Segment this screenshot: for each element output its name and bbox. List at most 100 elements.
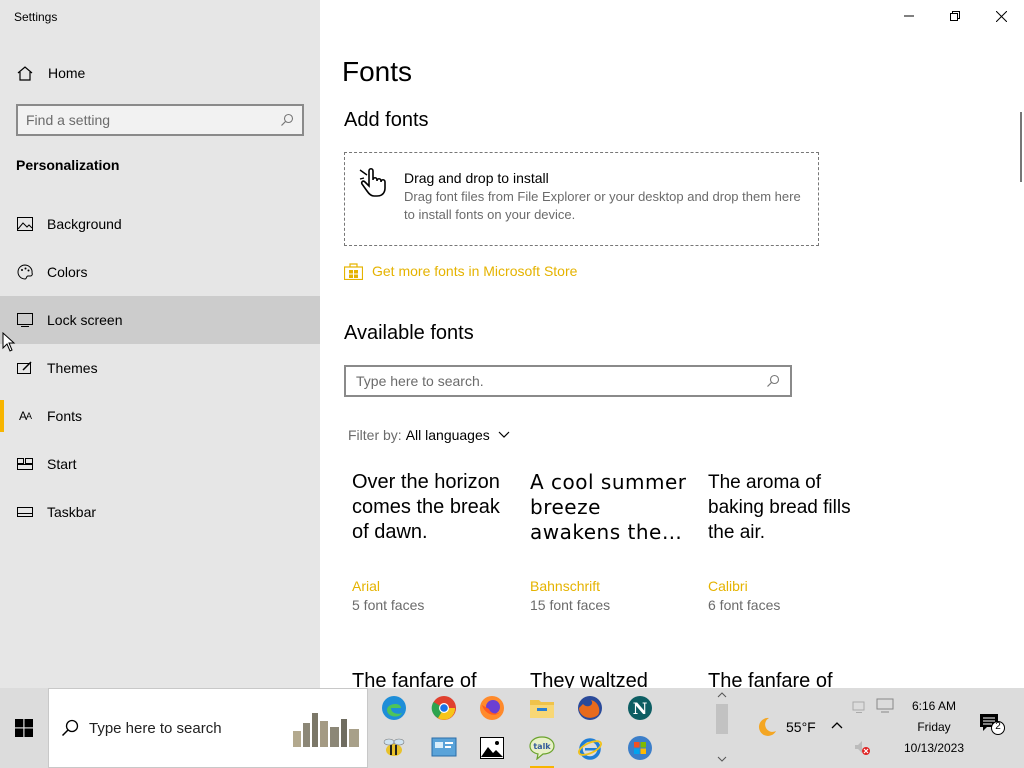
restore-button[interactable] <box>932 0 978 32</box>
taskbar-apps-scroll[interactable] <box>714 688 730 768</box>
edge-icon <box>382 696 406 720</box>
sidebar-item-label: Lock screen <box>47 312 123 328</box>
svg-text:talk: talk <box>533 742 551 751</box>
bee-icon <box>383 738 405 756</box>
font-drop-zone[interactable]: Drag and drop to install Drag font files… <box>344 152 819 246</box>
clock[interactable]: 6:16 AM Friday 10/13/2023 <box>896 688 972 768</box>
media-center-app[interactable] <box>620 728 660 768</box>
scrollbar-thumb[interactable] <box>1020 112 1022 182</box>
themes-icon <box>16 360 34 376</box>
taskbar-search-box[interactable]: Type here to search <box>48 688 368 768</box>
settings-sidebar: Settings Home Personalization Background… <box>0 0 320 688</box>
weather-widget[interactable]: 55°F <box>754 716 816 738</box>
font-card-bahnschrift[interactable]: A cool summer breeze awakens the… Bahnsc… <box>530 470 690 613</box>
font-name: Bahnschrift <box>530 578 601 594</box>
sidebar-item-background[interactable]: Background <box>0 200 320 248</box>
windows-logo-icon <box>15 719 33 737</box>
photos-app[interactable] <box>472 728 512 768</box>
sidebar-nav: Background Colors Lock screen Themes AA … <box>0 200 320 536</box>
home-nav-item[interactable]: Home <box>0 58 320 88</box>
font-faces-count: 5 font faces <box>352 597 425 613</box>
font-name: Calibri <box>708 578 748 594</box>
selected-indicator <box>0 400 4 432</box>
weather-temp: 55°F <box>786 719 816 735</box>
font-name: Arial <box>352 578 381 594</box>
sidebar-item-lock-screen[interactable]: Lock screen <box>0 296 320 344</box>
firefox-icon <box>480 696 504 720</box>
chrome-app[interactable] <box>424 688 464 728</box>
notification-count: 2 <box>995 721 1001 732</box>
font-card[interactable]: The fanfare of <box>352 669 512 688</box>
font-card[interactable]: They waltzed <box>530 669 690 688</box>
sidebar-item-label: Themes <box>47 360 98 376</box>
font-sample: They waltzed <box>530 670 648 688</box>
minimize-button[interactable] <box>886 0 932 32</box>
search-icon <box>61 719 79 737</box>
sidebar-item-colors[interactable]: Colors <box>0 248 320 296</box>
sidebar-item-themes[interactable]: Themes <box>0 344 320 392</box>
windows-orb-icon <box>628 736 652 760</box>
bee-app[interactable] <box>374 728 414 768</box>
find-setting-box[interactable] <box>16 104 304 136</box>
palette-icon <box>16 264 34 280</box>
taskbar: Type here to search N talk 55°F 6:16 AM … <box>0 688 1024 768</box>
add-fonts-heading: Add fonts <box>344 109 429 131</box>
fonts-icon: AA <box>18 409 32 423</box>
font-search-box[interactable] <box>344 365 792 397</box>
taskbar-apps: N talk <box>374 688 710 768</box>
sidebar-item-label: Start <box>47 456 77 472</box>
window-title: Settings <box>14 10 58 24</box>
find-setting-input[interactable] <box>26 112 280 128</box>
clock-date: 10/13/2023 <box>903 741 965 755</box>
clock-day: Friday <box>917 720 951 734</box>
drop-description: Drag font files from File Explorer or yo… <box>404 189 801 222</box>
display-icon[interactable] <box>852 700 866 714</box>
store-link-label: Get more fonts in Microsoft Store <box>372 263 578 279</box>
sidebar-item-label: Colors <box>47 264 88 280</box>
scrollbar-thumb[interactable] <box>716 704 728 734</box>
font-sample: A cool summer breeze awakens the… <box>530 470 687 544</box>
search-icon <box>767 374 780 387</box>
action-center-button[interactable]: 2 <box>978 712 1006 741</box>
sidebar-item-fonts[interactable]: AA Fonts <box>0 392 320 440</box>
show-hidden-icons-chevron-icon[interactable] <box>830 720 844 730</box>
control-panel-app[interactable] <box>424 728 464 768</box>
network-icon[interactable] <box>876 698 894 714</box>
close-button[interactable] <box>978 0 1024 32</box>
google-talk-app[interactable]: talk <box>522 728 562 768</box>
home-label: Home <box>48 65 86 81</box>
available-fonts-heading: Available fonts <box>344 322 474 344</box>
font-sample: The aroma of baking bread fills the air. <box>708 472 851 543</box>
drop-title: Drag and drop to install <box>404 170 549 186</box>
font-sample: Over the horizon comes the break of dawn… <box>352 471 500 543</box>
font-search-input[interactable] <box>356 373 766 389</box>
window-controls <box>886 0 1024 32</box>
internet-explorer-icon <box>578 738 602 760</box>
font-card-arial[interactable]: Over the horizon comes the break of dawn… <box>352 470 512 613</box>
taskbar-search-placeholder: Type here to search <box>89 719 222 737</box>
font-card[interactable]: The fanfare of <box>708 669 868 688</box>
picture-icon <box>16 216 34 232</box>
file-explorer-app[interactable] <box>522 688 562 728</box>
search-icon <box>281 113 294 126</box>
font-faces-count: 6 font faces <box>708 597 781 613</box>
mouse-cursor-icon <box>2 332 16 352</box>
chevron-down-icon <box>717 756 727 762</box>
sidebar-item-taskbar[interactable]: Taskbar <box>0 488 320 536</box>
volume-muted-icon[interactable] <box>854 740 872 756</box>
internet-explorer-app[interactable] <box>570 728 610 768</box>
sidebar-item-start[interactable]: Start <box>0 440 320 488</box>
store-link[interactable]: Get more fonts in Microsoft Store <box>344 262 577 280</box>
start-button[interactable] <box>0 688 48 768</box>
city-skyline-icon <box>293 713 359 747</box>
firefox-classic-app[interactable] <box>570 688 610 728</box>
main-content: Fonts Add fonts Drag and drop to install… <box>320 0 1024 688</box>
chevron-up-icon <box>717 692 727 698</box>
page-title: Fonts <box>342 56 413 87</box>
edge-app[interactable] <box>374 688 414 728</box>
language-filter[interactable]: Filter by: All languages <box>348 427 510 443</box>
netscape-app[interactable]: N <box>620 688 660 728</box>
font-card-calibri[interactable]: The aroma of baking bread fills the air.… <box>708 470 868 613</box>
firefox-app[interactable] <box>472 688 512 728</box>
start-icon <box>16 456 34 472</box>
